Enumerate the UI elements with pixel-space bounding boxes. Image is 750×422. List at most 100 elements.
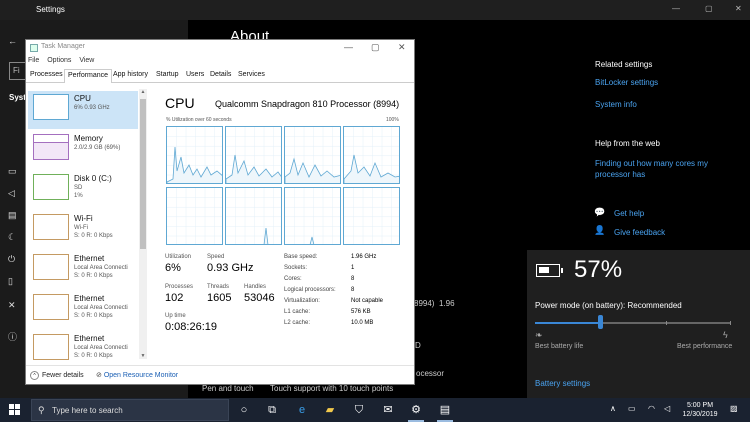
system-info-link[interactable]: System info (595, 99, 725, 110)
power-mode-slider-thumb[interactable] (597, 315, 603, 329)
resource-monitor-icon: ⊘ (96, 372, 104, 379)
tm-close-icon[interactable]: ✕ (398, 42, 406, 53)
slider-tick (666, 321, 667, 325)
behind-text: Pen and touch (202, 384, 254, 393)
tab-users[interactable]: Users (186, 71, 204, 78)
resource-thumbnail-graph (33, 134, 69, 160)
wifi-icon[interactable]: ◠ (648, 404, 655, 413)
menu-file[interactable]: File (28, 57, 39, 64)
handles-label: Handles (244, 284, 267, 290)
tab-details[interactable]: Details (210, 71, 231, 78)
mail-icon[interactable]: ✉ (380, 402, 396, 418)
tab-processes[interactable]: Processes (30, 71, 63, 78)
focus-icon[interactable]: ☾ (8, 232, 20, 242)
tm-maximize-icon[interactable]: ▢ (371, 42, 380, 53)
task-view-icon[interactable]: ⧉ (264, 402, 280, 418)
open-resource-monitor-link[interactable]: ⊘ Open Resource Monitor (96, 371, 178, 379)
fewer-details-button[interactable]: ^ Fewer details (30, 371, 84, 380)
resource-item-dsk[interactable]: Disk 0 (C:) SD 1% (28, 171, 138, 209)
notifications-icon[interactable]: ▤ (8, 210, 20, 220)
cortana-icon[interactable]: ○ (236, 402, 252, 418)
scroll-down-icon[interactable]: ▼ (139, 353, 147, 359)
task-manager-taskbar-icon[interactable]: ▤ (437, 402, 453, 422)
taskbar-clock[interactable]: 5:00 PM 12/30/2019 (680, 401, 720, 419)
taskbar-search-box[interactable]: ⚲ Type here to search (31, 399, 229, 421)
resource-detail-2: 1% (74, 193, 83, 199)
scroll-up-icon[interactable]: ▲ (139, 89, 147, 95)
about-icon[interactable]: ⓘ (8, 330, 20, 342)
spec-value: 1 (351, 265, 355, 271)
settings-gear-icon[interactable]: ⚙ (408, 402, 424, 422)
resource-item-net[interactable]: Ethernet Local Area Connecti S: 0 R: 0 Kbp… (28, 331, 138, 369)
cpu-core-graph (225, 187, 282, 245)
leaf-icon: ❧ (535, 330, 543, 340)
power-icon[interactable]: ⏻ (8, 254, 20, 264)
behind-text: 8994) (414, 299, 435, 308)
volume-icon[interactable]: ◁ (664, 404, 670, 413)
sound-icon[interactable]: ◁ (8, 188, 20, 198)
spec-label: Logical processors: (284, 287, 336, 293)
cpu-heading: CPU (165, 95, 195, 111)
spec-label: L1 cache: (284, 309, 311, 315)
tab-app-history[interactable]: App history (113, 71, 148, 78)
resource-item-cpu[interactable]: CPU 6% 0.93 GHz (28, 91, 138, 129)
multitask-icon[interactable]: ✕ (8, 300, 20, 310)
resource-name: Ethernet (74, 334, 105, 343)
edge-icon[interactable]: e (294, 402, 310, 418)
settings-section-label: Syst (9, 93, 26, 102)
scrollbar-thumb[interactable] (140, 99, 146, 249)
resource-name: Wi-Fi (74, 214, 93, 223)
spec-label: Sockets: (284, 265, 308, 271)
power-mode-label: Power mode (on battery): Recommended (535, 301, 682, 310)
resource-thumbnail-graph (33, 174, 69, 200)
best-battery-life-label: Best battery life (535, 343, 584, 350)
resource-list-scrollbar[interactable]: ▲ ▼ (139, 89, 147, 359)
display-icon[interactable]: ▭ (8, 166, 20, 176)
battery-icon[interactable]: ▯ (8, 276, 20, 286)
speed-label: Speed (207, 254, 225, 260)
file-explorer-icon[interactable]: ▰ (322, 402, 338, 418)
processor-name: Qualcomm Snapdragon 810 Processor (8994) (215, 99, 400, 109)
resource-name: Ethernet (74, 254, 105, 263)
give-feedback-link[interactable]: Give feedback (614, 227, 744, 238)
menu-view[interactable]: View (79, 57, 94, 64)
cpu-core-graph (166, 126, 223, 184)
tray-chevron-icon[interactable]: ∧ (610, 404, 616, 413)
resource-item-net[interactable]: Ethernet Local Area Connecti S: 0 R: 0 Kbp… (28, 291, 138, 329)
menu-options[interactable]: Options (47, 57, 71, 64)
utilization-label: Utilization (165, 254, 192, 260)
tab-services[interactable]: Services (238, 71, 265, 78)
minimize-icon[interactable]: — (672, 4, 680, 13)
resource-thumbnail-graph (33, 294, 69, 320)
tab-startup[interactable]: Startup (156, 71, 179, 78)
utilization-value: 6% (165, 262, 181, 274)
tm-minimize-icon[interactable]: — (344, 42, 353, 52)
resource-thumbnail-graph (33, 254, 69, 280)
tm-title: Task Manager (41, 43, 85, 50)
resource-item-net[interactable]: Ethernet Local Area Connecti S: 0 R: 0 Kbp… (28, 251, 138, 289)
start-button[interactable] (9, 404, 20, 415)
action-center-icon[interactable]: ▨ (730, 404, 738, 413)
bitlocker-link[interactable]: BitLocker settings (595, 77, 725, 88)
close-icon[interactable]: ✕ (735, 4, 742, 13)
chevron-up-icon: ^ (30, 371, 39, 380)
battery-settings-link[interactable]: Battery settings (535, 379, 590, 388)
power-mode-slider-fill (535, 322, 600, 324)
cpu-core-graph (284, 126, 341, 184)
resource-name: CPU (74, 94, 91, 103)
maximize-icon[interactable]: ▢ (705, 4, 713, 13)
spec-value: Not capable (351, 298, 384, 304)
tab-performance[interactable]: Performance (64, 69, 113, 83)
taskbar: ⚲ Type here to search ○ ⧉ e ▰ ⛉ ✉ ⚙ ▤ ∧ … (0, 398, 750, 422)
help-link[interactable]: Finding out how many cores my processor … (595, 158, 725, 180)
resource-item-mem[interactable]: Memory 2.0/2.9 GB (69%) (28, 131, 138, 169)
get-help-link[interactable]: Get help (614, 208, 744, 219)
resource-detail: 2.0/2.9 GB (69%) (74, 145, 121, 151)
store-icon[interactable]: ⛉ (351, 402, 367, 418)
settings-title: Settings (36, 5, 65, 14)
resource-item-net[interactable]: Wi-Fi Wi-Fi S: 0 R: 0 Kbps (28, 211, 138, 249)
clock-time: 5:00 PM (686, 402, 714, 409)
tray-battery-icon[interactable]: ▭ (628, 404, 636, 413)
back-icon[interactable]: ← (8, 36, 20, 46)
task-manager-icon (30, 44, 38, 52)
